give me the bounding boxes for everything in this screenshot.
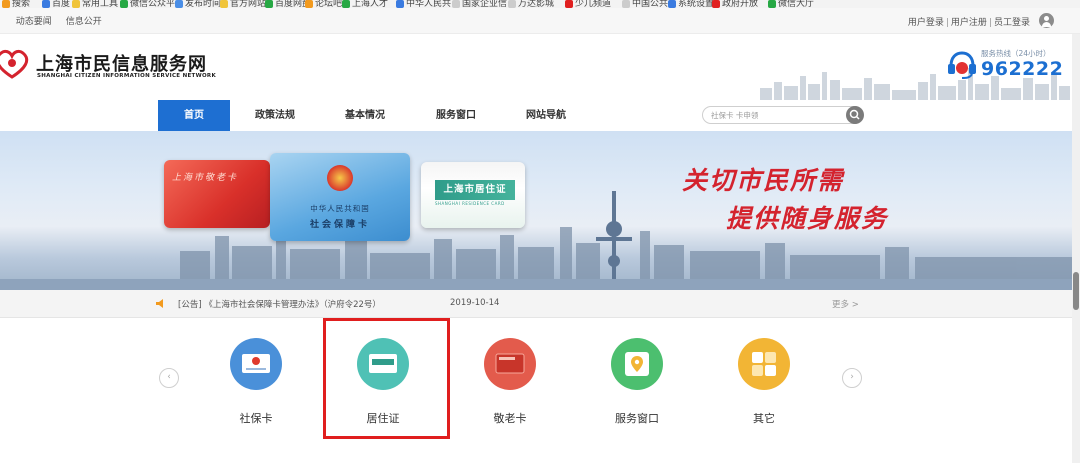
bookmark-item[interactable]: 百度: [42, 0, 70, 8]
bookmark-item[interactable]: 国家企业信: [452, 0, 507, 8]
chevron-left-icon: ‹: [167, 372, 171, 382]
search-icon: [849, 109, 860, 120]
bookmark-item[interactable]: 少儿频道: [565, 0, 611, 8]
bookmark-item[interactable]: 政府开放: [712, 0, 758, 8]
service-senior-card[interactable]: 敬老卡: [475, 338, 545, 428]
speaker-icon: [156, 299, 163, 308]
card-red-title: 上海市敬老卡: [172, 173, 239, 183]
heart-logo-icon[interactable]: [0, 48, 30, 80]
city-skyline-image: [0, 191, 1072, 290]
senior-card-image: 上海市敬老卡: [164, 160, 270, 228]
nav-item-overview[interactable]: 基本情况: [329, 100, 401, 131]
main-nav: 首页 政策法规 基本情况 服务窗口 网站导航: [0, 100, 1080, 131]
search-input[interactable]: [711, 109, 841, 122]
staff-login-link[interactable]: 员工登录: [994, 18, 1030, 28]
nav-item-site-map[interactable]: 网站导航: [510, 100, 582, 131]
scrollbar-thumb[interactable]: [1073, 272, 1079, 310]
nav-item-home[interactable]: 首页: [158, 100, 230, 131]
bookmark-item[interactable]: 中华人民共: [396, 0, 451, 8]
bookmark-item[interactable]: 中国公共: [622, 0, 668, 8]
page-scrollbar[interactable]: [1072, 34, 1080, 463]
bookmark-item[interactable]: 系统设置: [668, 0, 714, 8]
national-emblem-icon: [327, 165, 353, 191]
map-pin-icon: [611, 338, 663, 390]
service-label: 服务窗口: [615, 412, 659, 425]
notice-link[interactable]: [公告] 《上海市社会保障卡管理办法》（沪府令22号）: [178, 298, 381, 310]
highlight-annotation-box: [323, 318, 450, 439]
banner-slogan-line2: 提供随身服务: [726, 204, 889, 233]
top-link-info[interactable]: 信息公开: [66, 17, 102, 27]
account-links: 用户登录 | 用户注册 | 员工登录: [908, 15, 1030, 28]
bookmarks-bar: 搜索 百度 常用工具 微信公众平 发布时间 官方网站 百度网盘 论坛吧 上海人才…: [0, 0, 1080, 8]
search-box: [702, 106, 864, 124]
notice-bar: [公告] 《上海市社会保障卡管理办法》（沪府令22号） 2019-10-14 更…: [0, 290, 1072, 318]
bookmark-item[interactable]: 官方网站: [220, 0, 266, 8]
bookmark-item[interactable]: 万达影城: [508, 0, 554, 8]
service-social-security-card[interactable]: 社保卡: [221, 338, 291, 428]
social-security-card-image: 中华人民共和国 社会保障卡: [270, 153, 410, 241]
card-green-sub: SHANGHAI RESIDENCE CARD: [435, 201, 505, 206]
headset-icon: [948, 51, 976, 79]
service-label: 社保卡: [239, 412, 273, 425]
top-link-news[interactable]: 动态要闻: [16, 17, 52, 27]
boxes-icon: [738, 338, 790, 390]
nav-item-policy[interactable]: 政策法规: [239, 100, 311, 131]
carousel-prev-button[interactable]: ‹: [159, 368, 179, 388]
search-button[interactable]: [846, 106, 864, 124]
bookmark-item[interactable]: 微信公众平: [120, 0, 175, 8]
hero-banner[interactable]: 上海市敬老卡 中华人民共和国 社会保障卡 上海市居住证 SHANGHAI RES…: [0, 131, 1072, 290]
nav-item-service-windows[interactable]: 服务窗口: [420, 100, 492, 131]
separator: |: [988, 18, 992, 28]
card-blue-line2: 社会保障卡: [309, 220, 370, 230]
top-utility-bar: ▏ 动态要闻 信息公开 用户登录 | 用户注册 | 员工登录: [0, 8, 1080, 34]
social-security-card-icon: [230, 338, 282, 390]
bookmark-item[interactable]: 搜索: [2, 0, 30, 8]
carousel-next-button[interactable]: ›: [842, 368, 862, 388]
register-link[interactable]: 用户注册: [951, 18, 987, 28]
separator: |: [945, 18, 949, 28]
hotline-number: 962222: [981, 58, 1064, 80]
service-other[interactable]: 其它: [729, 338, 799, 428]
senior-card-icon: [484, 338, 536, 390]
bookmark-item[interactable]: 论坛吧: [305, 0, 342, 8]
bookmark-item[interactable]: 上海人才: [342, 0, 388, 8]
chevron-right-icon: ›: [850, 372, 854, 382]
service-service-windows[interactable]: 服务窗口: [602, 338, 672, 428]
service-label: 敬老卡: [493, 412, 527, 425]
card-blue-line1: 中华人民共和国: [310, 204, 370, 213]
user-icon[interactable]: [1039, 13, 1054, 28]
bookmark-item[interactable]: 微信大厅: [768, 0, 814, 8]
bookmark-item[interactable]: 发布时间: [175, 0, 221, 8]
site-header: 上海市民信息服务网 SHANGHAI CITIZEN INFORMATION S…: [0, 34, 1080, 100]
card-green-title: 上海市居住证: [435, 180, 515, 200]
top-links-left: ▏ 动态要闻 信息公开: [0, 17, 102, 27]
bookmark-item[interactable]: 常用工具: [72, 0, 118, 8]
banner-slogan-line1: 关切市民所需: [682, 166, 845, 195]
notice-date: 2019-10-14: [450, 298, 500, 308]
login-link[interactable]: 用户登录: [908, 18, 944, 28]
residence-card-image: 上海市居住证 SHANGHAI RESIDENCE CARD: [421, 162, 525, 228]
notice-more-link[interactable]: 更多 >: [832, 298, 859, 310]
services-carousel: ‹ › 社保卡 居住证 敬老卡 服务窗口 其它: [0, 318, 1072, 463]
service-label: 其它: [753, 412, 775, 425]
site-name-en: SHANGHAI CITIZEN INFORMATION SERVICE NET…: [37, 73, 217, 79]
